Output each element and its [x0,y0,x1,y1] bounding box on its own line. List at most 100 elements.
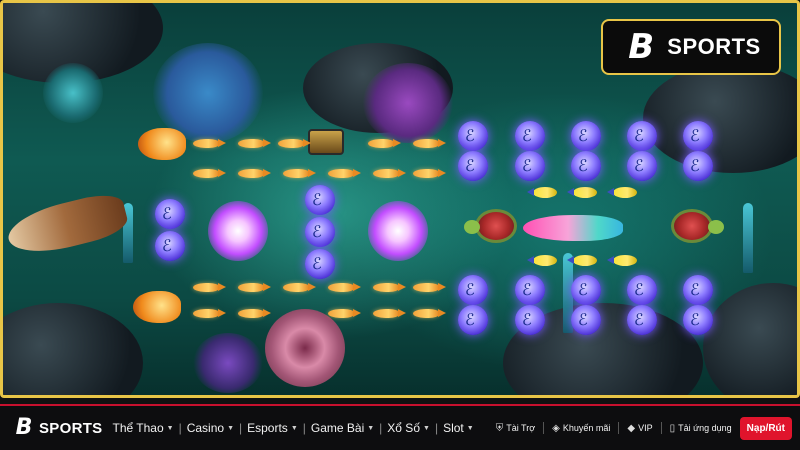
golden-fish[interactable] [133,291,181,323]
jellyfish[interactable] [627,151,657,181]
jellyfish[interactable] [458,305,488,335]
game-scene[interactable]: B SPORTS [0,0,800,398]
jellyfish[interactable] [683,121,713,151]
link-separator [618,422,620,434]
jellyfish[interactable] [458,151,488,181]
coral [363,63,453,143]
jellyfish[interactable] [627,275,657,305]
right-links: ⛨ Tài Trợ ◈ Khuyến mãi ◆ VIP ▯ Tải ứng d… [496,416,792,440]
menu-separator: | [178,421,182,435]
menu-item-game-bai[interactable]: Game Bài ▼ [311,421,374,435]
yellow-fish[interactable] [527,255,557,266]
menu-item-label: Esports [247,421,288,435]
orange-fish[interactable] [373,309,406,318]
jellyfish[interactable] [458,275,488,305]
orange-fish[interactable] [328,169,361,178]
jellyfish[interactable] [683,275,713,305]
orange-fish[interactable] [238,283,271,292]
caret-down-icon: ▼ [290,424,298,432]
jellyfish[interactable] [571,121,601,151]
caret-down-icon: ▼ [227,424,234,432]
jellyfish[interactable] [515,275,545,305]
yellow-fish[interactable] [607,255,637,266]
jellyfish[interactable] [305,249,335,279]
turtle[interactable] [464,209,517,243]
sponsor-label: Tài Trợ [506,423,536,433]
yellow-fish[interactable] [607,187,637,198]
jellyfish[interactable] [458,121,488,151]
jellyfish[interactable] [571,275,601,305]
menu-separator: | [379,421,383,435]
shark[interactable] [3,189,131,261]
jellyfish[interactable] [571,305,601,335]
lionfish[interactable] [368,201,428,261]
sponsor-link[interactable]: ⛨ Tài Trợ [496,423,535,434]
orange-fish[interactable] [283,169,316,178]
yellow-fish[interactable] [567,187,597,198]
menu-item-esports[interactable]: Esports ▼ [247,421,298,435]
jellyfish[interactable] [155,231,185,261]
coral [43,63,103,123]
menu-item-xo-so[interactable]: Xổ Số ▼ [387,421,430,435]
brand-logo-icon: B [15,415,33,440]
jellyfish[interactable] [305,217,335,247]
jellyfish[interactable] [155,199,185,229]
orange-fish[interactable] [193,169,226,178]
orange-fish[interactable] [328,309,361,318]
orange-fish[interactable] [413,283,446,292]
promo-label: Khuyến mãi [562,423,611,433]
jellyfish[interactable] [515,305,545,335]
deposit-withdraw-button[interactable]: Nạp/Rút [739,416,792,440]
shield-icon: ⛨ [495,422,504,434]
menu-item-label: Xổ Số [387,421,420,435]
orange-fish[interactable] [368,139,401,148]
menu-item-casino[interactable]: Casino ▼ [187,421,234,435]
jellyfish[interactable] [683,305,713,335]
yellow-fish[interactable] [527,187,557,198]
orange-fish[interactable] [413,309,446,318]
menu-separator: | [434,421,439,435]
caret-down-icon: ▼ [367,424,375,432]
orange-fish[interactable] [413,169,446,178]
jellyfish[interactable] [515,151,545,181]
app-download-link[interactable]: ▯ Tải ứng dụng [670,423,732,434]
main-menu: Thể Thao ▼ | Casino ▼ | Esports ▼ | Game… [112,421,473,435]
vip-label: VIP [638,423,653,433]
menu-item-the-thao[interactable]: Thể Thao ▼ [112,421,173,435]
nav-logo[interactable]: B SPORTS [12,415,103,440]
orange-fish[interactable] [238,139,271,148]
brand-badge: B SPORTS [601,19,781,75]
app-label: Tải ứng dụng [678,423,732,433]
orange-fish[interactable] [193,139,226,148]
jellyfish[interactable] [571,151,601,181]
orange-fish[interactable] [283,283,316,292]
lionfish[interactable] [208,201,268,261]
caret-down-icon: ▼ [466,424,474,432]
menu-separator: | [239,421,243,435]
jellyfish[interactable] [515,121,545,151]
mermaid[interactable] [523,215,623,241]
orange-fish[interactable] [238,169,271,178]
jellyfish[interactable] [305,185,335,215]
golden-fish[interactable] [138,128,186,160]
promo-link[interactable]: ◈ Khuyến mãi [552,423,610,434]
orange-fish[interactable] [193,309,226,318]
orange-fish[interactable] [328,283,361,292]
phone-icon: ▯ [669,422,676,434]
yellow-fish[interactable] [567,255,597,266]
tag-icon: ◈ [552,422,560,434]
menu-item-slot[interactable]: Slot ▼ [443,421,474,435]
orange-fish[interactable] [373,169,406,178]
orange-fish[interactable] [193,283,226,292]
vip-link[interactable]: ◆ VIP [627,423,652,434]
turtle[interactable] [671,209,724,243]
rock [703,283,797,395]
orange-fish[interactable] [238,309,271,318]
orange-fish[interactable] [413,139,446,148]
jellyfish[interactable] [683,151,713,181]
jellyfish[interactable] [627,305,657,335]
orange-fish[interactable] [373,283,406,292]
jellyfish[interactable] [627,121,657,151]
treasure-chest[interactable] [308,129,344,155]
orange-fish[interactable] [278,139,311,148]
